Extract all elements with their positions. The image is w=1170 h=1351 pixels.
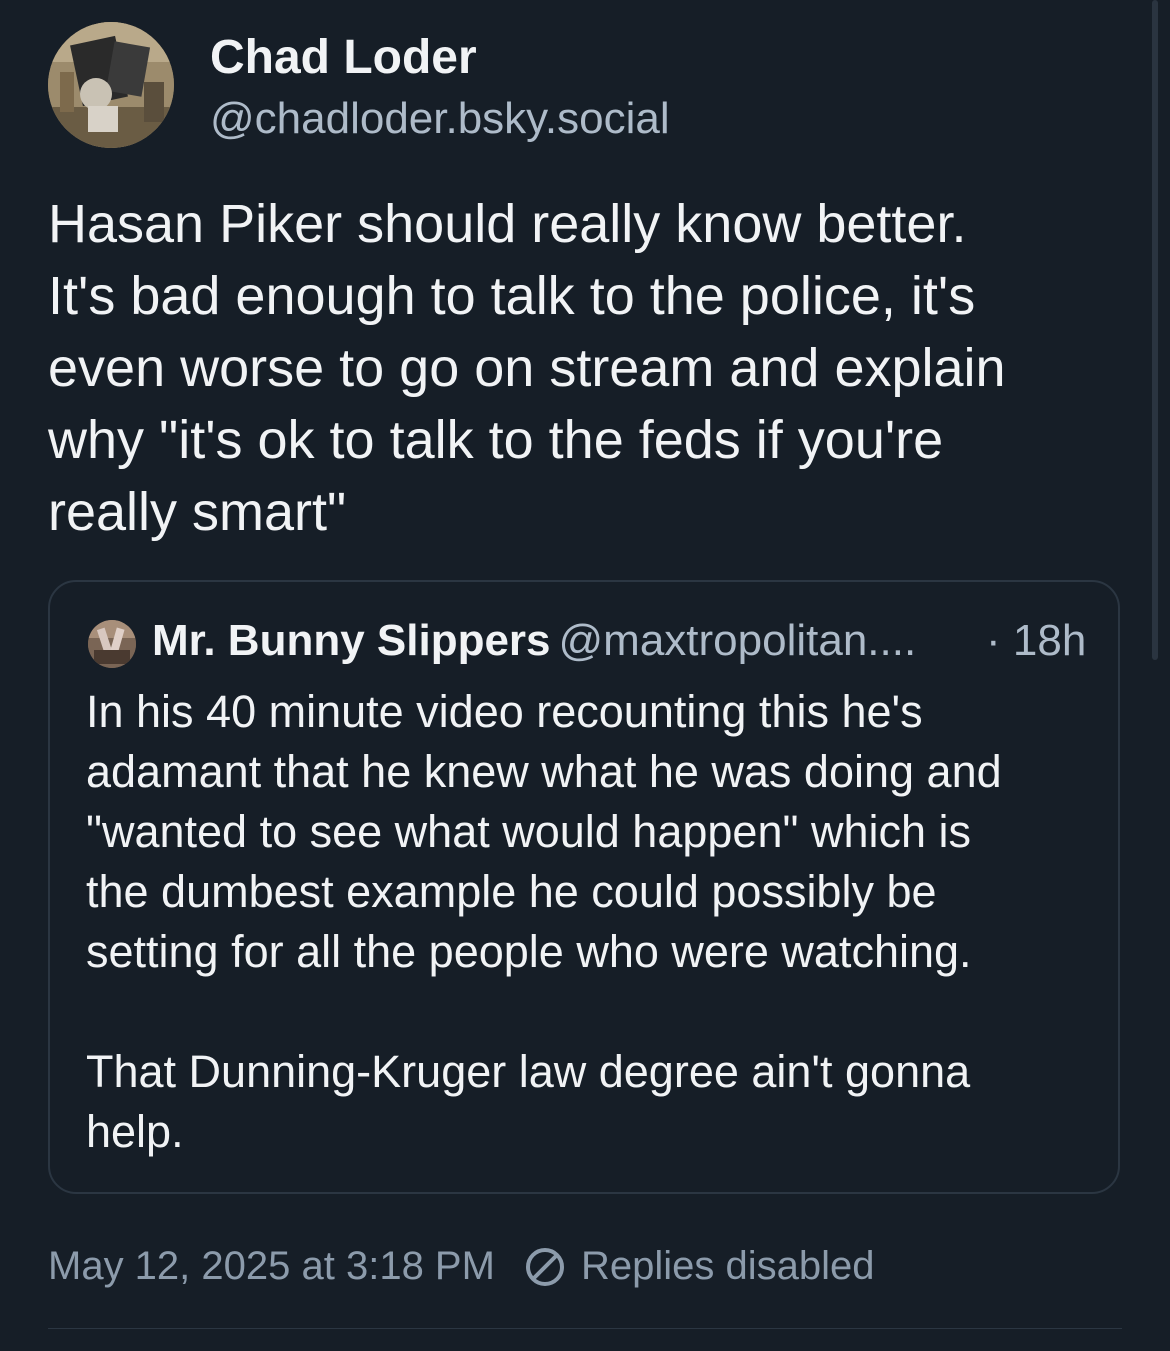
author-name[interactable]: Chad Loder bbox=[210, 30, 477, 85]
quote-header: Mr. Bunny Slippers @maxtropolitan.... bbox=[152, 616, 916, 666]
profile-photo-icon bbox=[48, 22, 174, 148]
quote-author-name[interactable]: Mr. Bunny Slippers bbox=[152, 616, 551, 665]
post-container: Chad Loder @chadloder.bsky.social Hasan … bbox=[0, 0, 1170, 1351]
author-avatar[interactable] bbox=[48, 22, 174, 148]
replies-status-label: Replies disabled bbox=[580, 1244, 875, 1288]
quote-author-avatar[interactable] bbox=[88, 620, 136, 668]
quote-author-handle[interactable]: @maxtropolitan.... bbox=[559, 616, 917, 665]
no-entry-icon bbox=[525, 1247, 564, 1286]
quote-text: In his 40 minute video recounting this h… bbox=[86, 686, 1002, 1157]
post-timestamp: May 12, 2025 at 3:18 PM bbox=[48, 1244, 495, 1288]
profile-photo-icon bbox=[88, 620, 136, 668]
scrollbar[interactable] bbox=[1152, 0, 1158, 660]
replies-status: Replies disabled bbox=[523, 1244, 875, 1289]
post-meta: May 12, 2025 at 3:18 PM Replies disabled bbox=[48, 1244, 874, 1289]
author-handle[interactable]: @chadloder.bsky.social bbox=[210, 94, 670, 144]
quote-timestamp: · 18h bbox=[986, 616, 1087, 665]
quote-post-card[interactable]: Mr. Bunny Slippers @maxtropolitan.... · 1… bbox=[48, 580, 1120, 1194]
post-text: Hasan Piker should really know better. I… bbox=[48, 194, 1006, 542]
divider bbox=[48, 1328, 1122, 1329]
